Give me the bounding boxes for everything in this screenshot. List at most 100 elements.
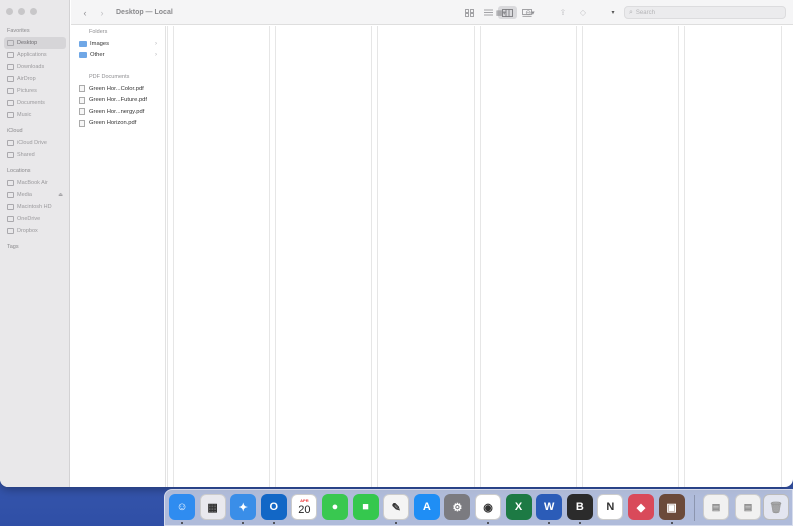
column-divider [377, 26, 378, 487]
column-divider [275, 26, 276, 487]
file-name: Green Hor...Color.pdf [89, 85, 144, 92]
safari-icon[interactable]: ✦ [230, 494, 257, 520]
shortcuts-icon[interactable]: ◆ [628, 494, 654, 520]
disk-icon [7, 204, 14, 210]
column-divider[interactable] [678, 26, 679, 487]
sidebar-item-downloads[interactable]: Downloads [4, 61, 66, 73]
sidebar-item-label: Documents [17, 100, 45, 106]
messages-icon[interactable]: ● [322, 494, 348, 520]
sidebar-item-airdrop[interactable]: AirDrop [4, 73, 66, 85]
window-title: Desktop — Local [116, 9, 173, 16]
finder-window: Favorites Desktop Applications Downloads Ai… [0, 0, 793, 487]
calendar-icon[interactable]: APR 20 [291, 494, 318, 520]
document-stack-icon[interactable]: ▤ [703, 494, 729, 520]
notion-icon[interactable]: N [597, 494, 624, 520]
sidebar-item-label: Dropbox [17, 228, 38, 234]
favorites-header: Favorites [7, 28, 30, 34]
chevron-down-icon[interactable]: ▾ [608, 0, 618, 25]
pdf-documents-header: PDF Documents [89, 74, 130, 80]
column-divider[interactable] [576, 26, 577, 487]
icloud-header: iCloud [7, 128, 23, 134]
group-by-icon[interactable]: ▦▾ [490, 0, 512, 25]
system-settings-icon[interactable]: ⚙ [444, 494, 471, 520]
sidebar-item-desktop[interactable]: Desktop [4, 37, 66, 49]
pdf-file-row[interactable]: Green Hor...Future.pdf [71, 95, 165, 107]
column-divider[interactable] [167, 26, 168, 487]
running-indicator [395, 522, 398, 524]
folder-row[interactable]: Images › [71, 38, 165, 50]
sidebar-item-macbook-air[interactable]: MacBook Air [4, 177, 66, 189]
window-controls [6, 8, 37, 15]
column-divider [173, 26, 174, 487]
column-divider[interactable] [269, 26, 270, 487]
file-name: Green Hor...nergy.pdf [89, 108, 145, 115]
pdf-file-icon [79, 108, 85, 116]
column-divider[interactable] [371, 26, 372, 487]
eject-icon[interactable]: ⏏ [58, 192, 63, 198]
share-icon[interactable]: ⇪ [557, 0, 569, 25]
chrome-icon[interactable]: ◉ [475, 494, 501, 520]
sidebar-item-label: Downloads [17, 64, 45, 70]
shared-folder-icon [7, 152, 14, 158]
folder-icon [79, 52, 87, 59]
tags-section: Tags [0, 241, 70, 253]
outlook-icon[interactable]: O [260, 494, 287, 520]
excel-icon[interactable]: X [505, 494, 532, 520]
app-store-icon[interactable]: A [413, 494, 440, 520]
airdrop-icon [7, 76, 14, 82]
favorites-section: Favorites Desktop Applications Downloads Ai… [0, 25, 70, 121]
folder-name: Other [90, 52, 105, 59]
desktop-icon [7, 40, 14, 46]
sidebar-item-label: Applications [17, 52, 47, 58]
minimize-button[interactable] [18, 8, 25, 15]
sidebar-item-documents[interactable]: Documents [4, 97, 66, 109]
sidebar-item-icloud-drive[interactable]: iCloud Drive [4, 137, 66, 149]
app-brown-icon[interactable]: ▣ [658, 494, 685, 520]
sidebar-item-macintosh-hd[interactable]: Macintosh HD [4, 201, 66, 213]
finder-icon[interactable]: ☺ [169, 494, 195, 520]
column-divider [480, 26, 481, 487]
search-icon: ⌕ [629, 8, 633, 16]
toolbar: ‹ › Desktop — Local ▦▾ ⊖▾ ⇪ ◇ ▾ ⌕ Search [71, 0, 793, 25]
locations-section: Locations MacBook Air Media ⏏ Macintosh HD O… [0, 165, 70, 237]
facetime-icon[interactable]: ■ [352, 494, 379, 520]
word-icon[interactable]: W [536, 494, 563, 520]
desktop-column: Folders Images › Other › PDF Documents Gree… [71, 26, 166, 487]
more-actions-icon[interactable]: ⊖▾ [519, 0, 541, 25]
bear-icon[interactable]: B [566, 494, 593, 520]
sidebar-item-onedrive[interactable]: OneDrive [4, 213, 66, 225]
search-field[interactable]: ⌕ Search [624, 6, 786, 19]
column-divider [582, 26, 583, 487]
pictures-icon [7, 88, 14, 94]
chevron-right-icon: › [155, 52, 157, 59]
folder-icon [79, 40, 87, 47]
disk-icon [7, 192, 14, 198]
tag-icon[interactable]: ◇ [577, 0, 589, 25]
sidebar-item-media[interactable]: Media ⏏ [4, 189, 66, 201]
column-divider[interactable] [781, 26, 782, 487]
search-placeholder: Search [635, 9, 655, 16]
running-indicator [578, 522, 581, 524]
zoom-button[interactable] [30, 8, 37, 15]
sidebar: Favorites Desktop Applications Downloads Ai… [0, 0, 70, 487]
trash-icon[interactable]: 🗑 [763, 494, 789, 520]
sidebar-item-dropbox[interactable]: Dropbox [4, 225, 66, 237]
forward-chevron-icon[interactable]: › [96, 0, 108, 25]
sidebar-item-shared[interactable]: Shared [4, 149, 66, 161]
pdf-file-row[interactable]: Green Hor...Color.pdf [71, 83, 165, 95]
music-icon [7, 112, 14, 118]
document-stack-icon[interactable]: ▤ [735, 494, 761, 520]
launchpad-icon[interactable]: ▦ [199, 494, 226, 520]
sidebar-item-applications[interactable]: Applications [4, 49, 66, 61]
column-divider[interactable] [474, 26, 475, 487]
icon-view-icon[interactable] [460, 6, 479, 19]
pdf-file-row[interactable]: Green Hor...nergy.pdf [71, 106, 165, 118]
pdf-file-row[interactable]: Green Horizon.pdf [71, 118, 165, 130]
folder-row[interactable]: Other › [71, 50, 165, 62]
sidebar-item-music[interactable]: Music [4, 109, 66, 121]
back-chevron-icon[interactable]: ‹ [79, 0, 91, 25]
textedit-icon[interactable]: ✎ [383, 494, 410, 520]
close-button[interactable] [6, 8, 13, 15]
sidebar-item-pictures[interactable]: Pictures [4, 85, 66, 97]
column-browser: Folders Images › Other › PDF Documents Gree… [71, 26, 793, 487]
